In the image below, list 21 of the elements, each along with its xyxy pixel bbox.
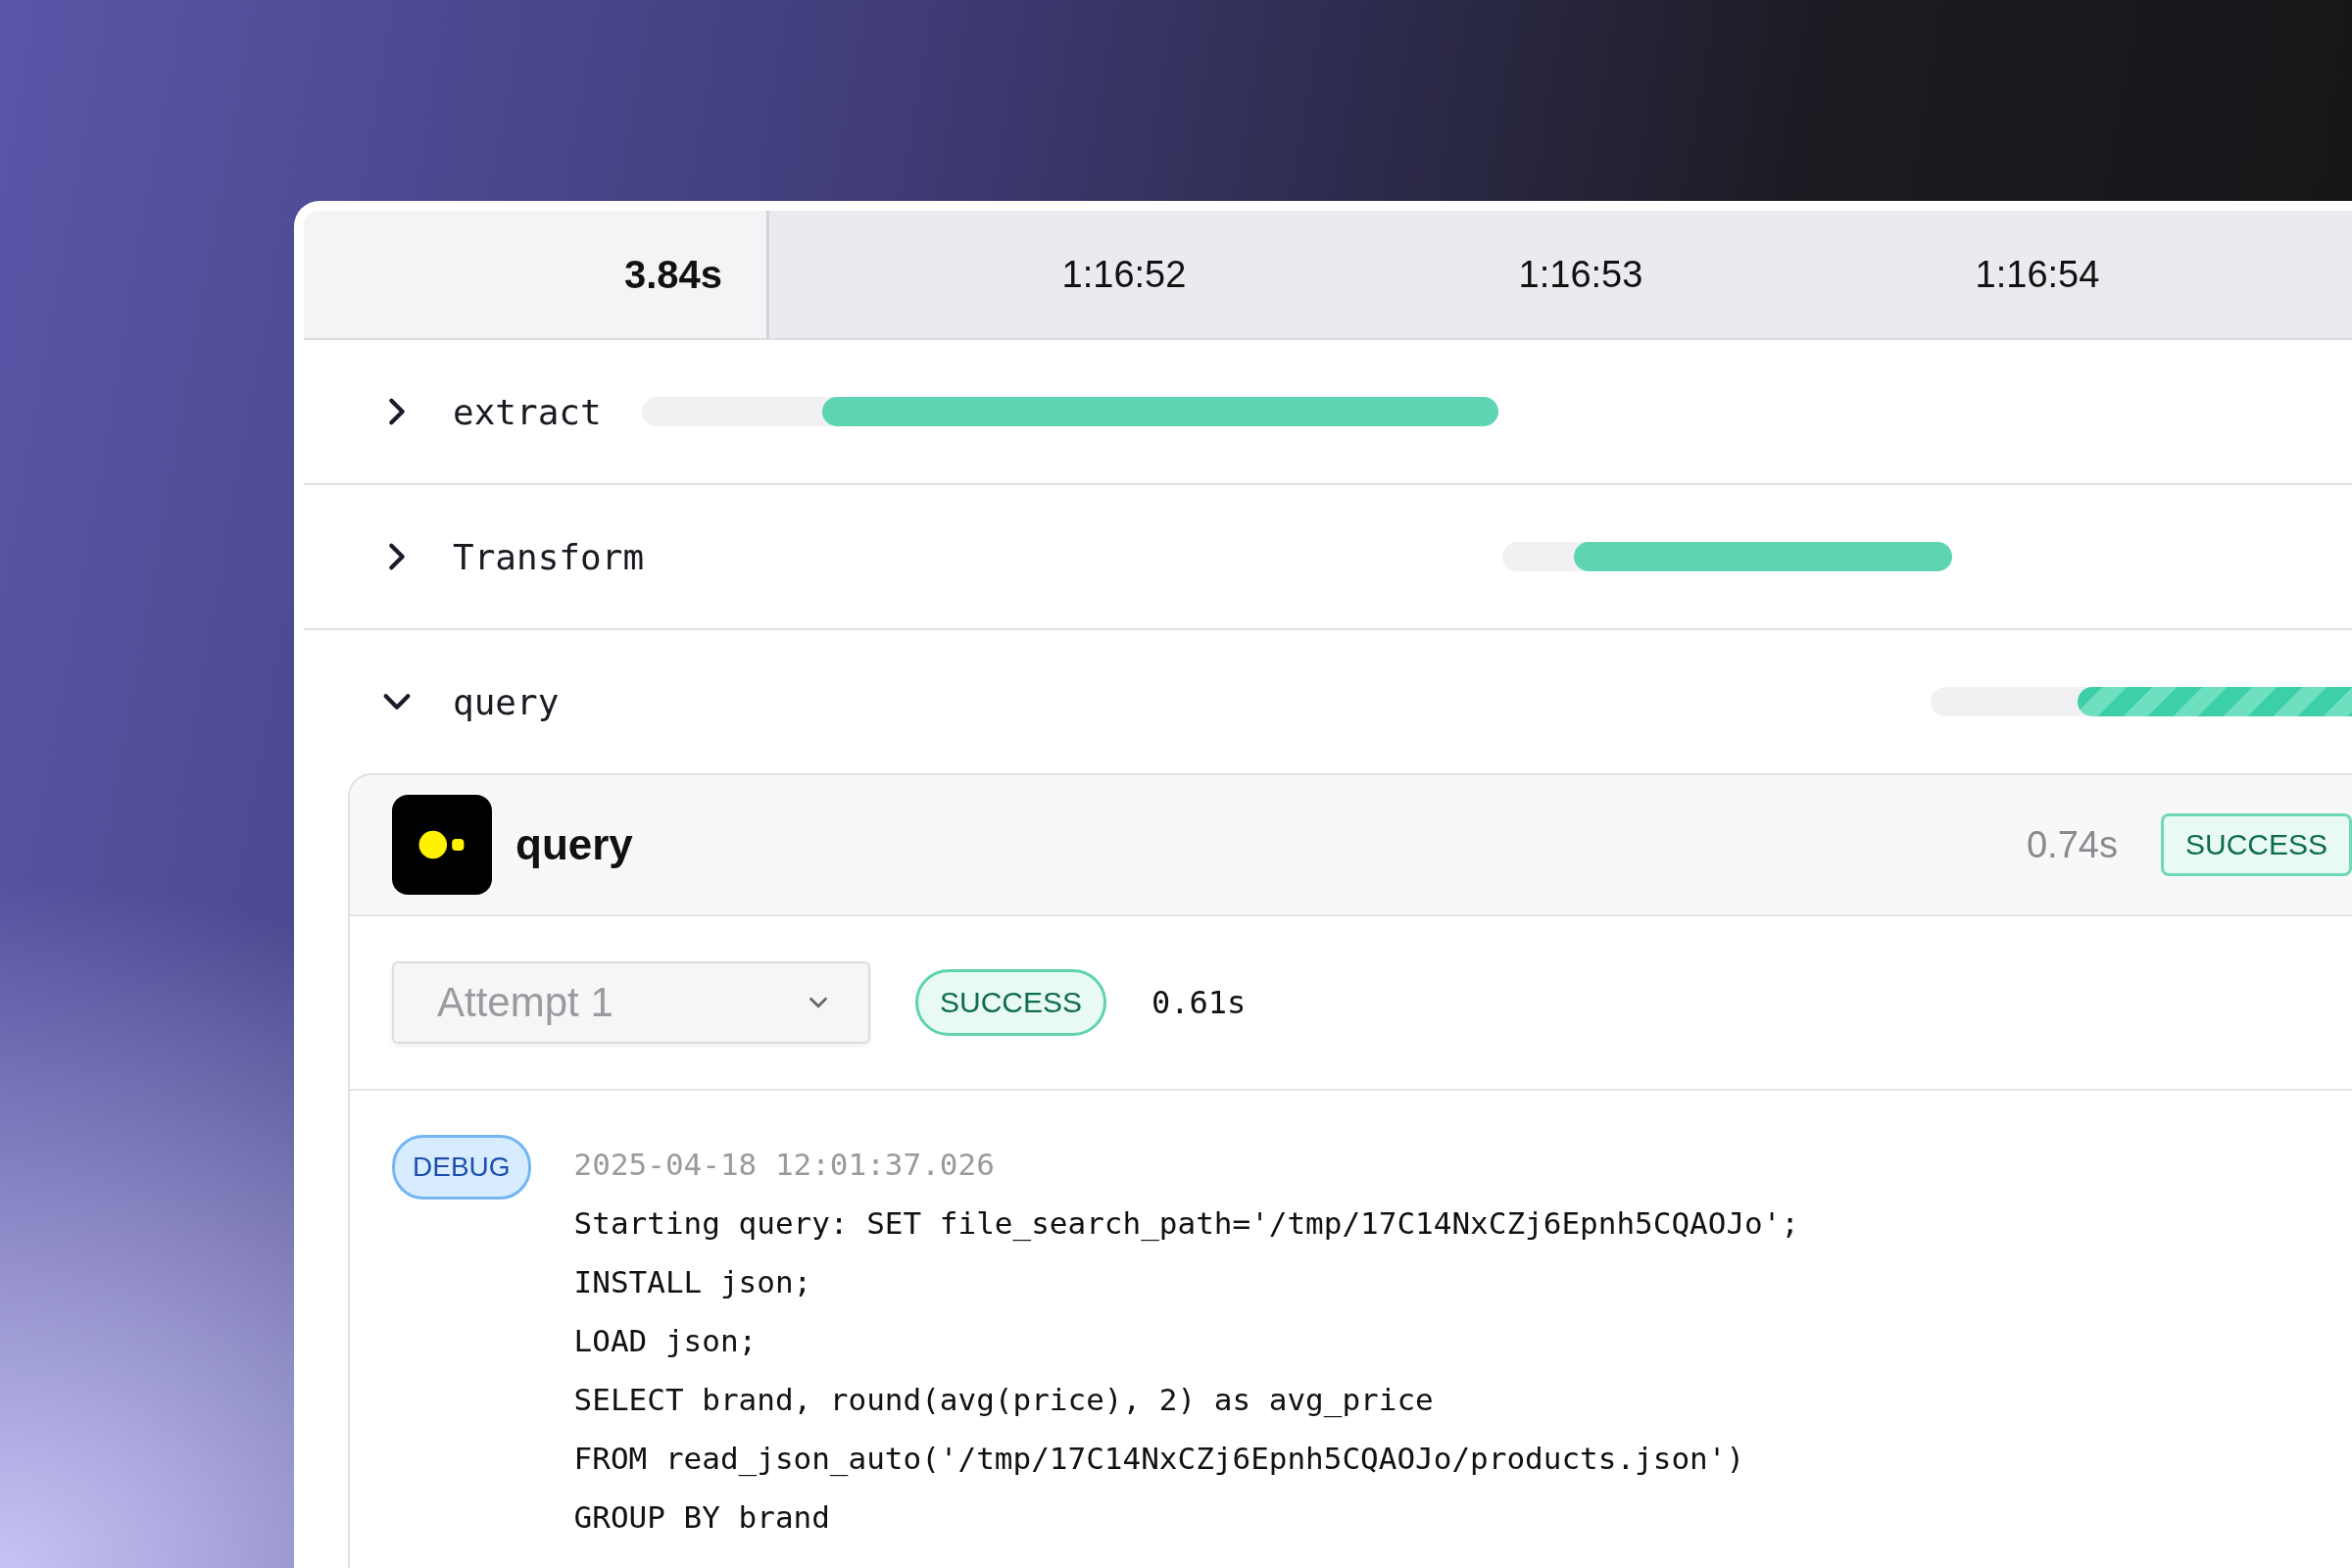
log-line: LOAD json; bbox=[573, 1322, 759, 1360]
total-duration: 3.84s bbox=[304, 211, 769, 338]
task-title: query bbox=[515, 820, 633, 869]
log-timestamp: 2025-04-18 12:01:37.026 bbox=[573, 1146, 996, 1184]
status-badge: SUCCESS bbox=[2160, 813, 2352, 876]
log-line: SELECT brand, round(avg(price), 2) as avg_price bbox=[573, 1381, 1435, 1420]
log-level-badge: DEBUG bbox=[392, 1135, 531, 1200]
status-badge: SUCCESS bbox=[915, 969, 1107, 1036]
log-line: GROUP BY brand bbox=[573, 1498, 831, 1537]
time-tick: 1:16:52 bbox=[1060, 253, 1188, 296]
time-tick: 1:16:53 bbox=[1517, 253, 1644, 296]
task-name[interactable]: query bbox=[453, 681, 560, 722]
log-line: INSTALL json; bbox=[573, 1263, 813, 1301]
attempt-duration: 0.61s bbox=[1152, 984, 1247, 1021]
time-tick: 1:16:54 bbox=[1974, 253, 2101, 296]
task-name[interactable]: extract bbox=[453, 391, 602, 432]
task-duration: 0.74s bbox=[2027, 823, 2118, 866]
log-line: FROM read_json_auto('/tmp/17C14NxCZj6Epnh5CQAOJo/products.json') bbox=[573, 1440, 1746, 1479]
logo-icon bbox=[392, 795, 492, 895]
log-line: Starting query: SET file_search_path='/tmp/17C14NxCZj6Epnh5CQAOJo'; bbox=[573, 1204, 1800, 1244]
task-name[interactable]: Transform bbox=[453, 536, 645, 577]
